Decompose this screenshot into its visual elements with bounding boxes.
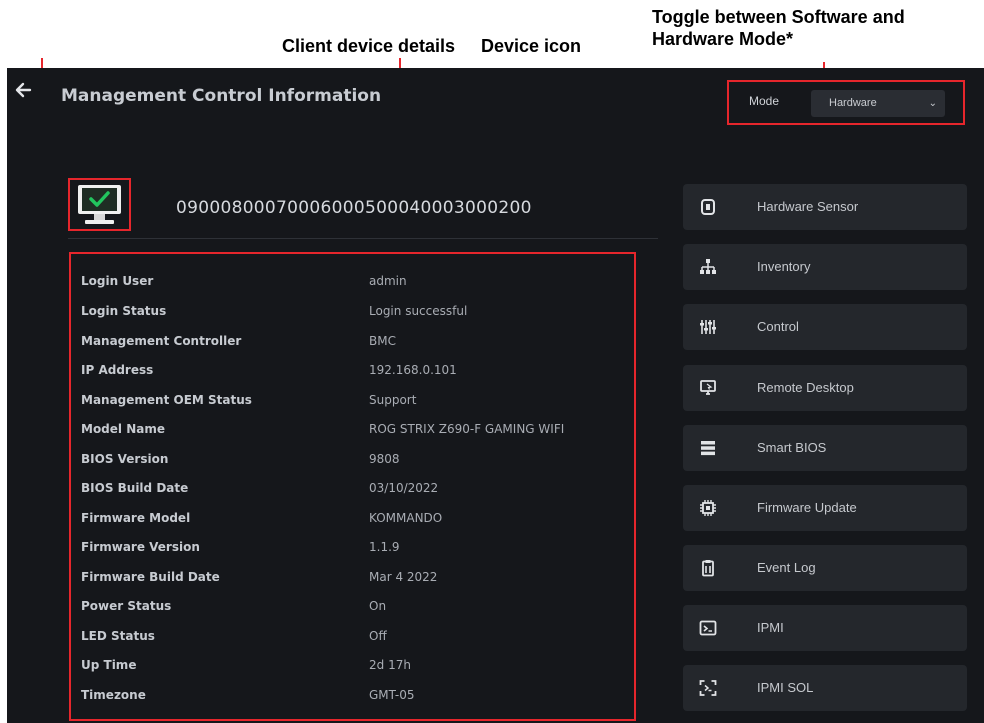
menu-label: Firmware Update [757, 500, 857, 515]
menu-ipmi[interactable]: IPMI [683, 605, 967, 651]
detail-label: Firmware Version [81, 540, 200, 554]
detail-value: 1.1.9 [369, 540, 400, 554]
detail-value: KOMMANDO [369, 511, 443, 525]
detail-value: GMT-05 [369, 688, 415, 702]
menu-remote-desktop[interactable]: Remote Desktop [683, 365, 967, 411]
detail-value: Login successful [369, 304, 468, 318]
detail-value: 192.168.0.101 [369, 363, 457, 377]
device-details-table: Login User admin Login Status Login succ… [69, 252, 636, 721]
monitor-check-icon [78, 185, 121, 224]
detail-label: BIOS Version [81, 452, 169, 466]
menu-inventory[interactable]: Inventory [683, 244, 967, 290]
detail-label: BIOS Build Date [81, 481, 189, 495]
menu-label: Inventory [757, 259, 811, 274]
callout-device-icon: Device icon [481, 36, 582, 56]
inventory-icon [700, 259, 716, 274]
menu-firmware-update[interactable]: Firmware Update [683, 485, 967, 531]
detail-value: 03/10/2022 [369, 481, 439, 495]
menu-label: IPMI [757, 620, 784, 635]
menu-smart-bios[interactable]: Smart BIOS [683, 425, 967, 471]
remote-desktop-icon [700, 380, 716, 395]
detail-value: Off [369, 629, 387, 643]
detail-value: 9808 [369, 452, 400, 466]
detail-value: BMC [369, 334, 396, 348]
menu-label: IPMI SOL [757, 680, 814, 695]
detail-value: 2d 17h [369, 658, 411, 672]
menu-label: Remote Desktop [757, 380, 854, 395]
detail-label: Model Name [81, 422, 165, 436]
menu-ipmi-sol[interactable]: IPMI SOL [683, 665, 967, 711]
detail-value: admin [369, 274, 407, 288]
callout-mode-toggle: Toggle between Software and Hardware Mod… [652, 7, 905, 49]
device-icon-highlight [68, 178, 131, 231]
menu-event-log[interactable]: Event Log [683, 545, 967, 591]
menu-label: Event Log [757, 560, 816, 575]
detail-label: LED Status [81, 629, 155, 643]
device-id: 09000800070006000500040003000200 [176, 198, 532, 218]
detail-label: Management OEM Status [81, 393, 252, 407]
page-title: Management Control Information [61, 86, 382, 106]
mode-label: Mode [749, 94, 780, 108]
detail-label: IP Address [81, 363, 154, 377]
detail-label: Up Time [81, 658, 137, 672]
chip-icon [700, 500, 716, 516]
detail-label: Power Status [81, 599, 172, 613]
scan-terminal-icon [699, 680, 717, 696]
menu-label: Smart BIOS [757, 440, 827, 455]
detail-value: On [369, 599, 387, 613]
detail-value: Mar 4 2022 [369, 570, 438, 584]
clipboard-icon [702, 560, 714, 577]
menu-hardware-sensor[interactable]: Hardware Sensor [683, 184, 967, 230]
app-screen: Management Control Information Mode Hard… [7, 68, 984, 723]
menu-label: Hardware Sensor [757, 199, 859, 214]
mode-select[interactable]: Hardware ⌄ [811, 90, 945, 117]
detail-value: Support [369, 393, 417, 407]
chevron-down-icon: ⌄ [928, 98, 937, 109]
sliders-icon [700, 320, 716, 334]
detail-label: Firmware Build Date [81, 570, 220, 584]
mode-select-value: Hardware [829, 97, 877, 109]
menu-control[interactable]: Control [683, 304, 967, 350]
callout-device-details: Client device details [282, 36, 456, 56]
detail-label: Firmware Model [81, 511, 191, 525]
sensor-icon [701, 199, 715, 215]
mode-toggle-highlight: Mode Hardware ⌄ [727, 80, 965, 125]
menu-label: Control [757, 319, 799, 334]
detail-label: Management Controller [81, 334, 242, 348]
bios-icon [701, 441, 715, 456]
terminal-icon [699, 620, 717, 636]
detail-value: ROG STRIX Z690-F GAMING WIFI [369, 422, 565, 436]
back-arrow-icon[interactable] [14, 80, 34, 100]
detail-label: Login User [81, 274, 154, 288]
detail-label: Timezone [81, 688, 146, 702]
detail-label: Login Status [81, 304, 167, 318]
divider [68, 238, 658, 239]
